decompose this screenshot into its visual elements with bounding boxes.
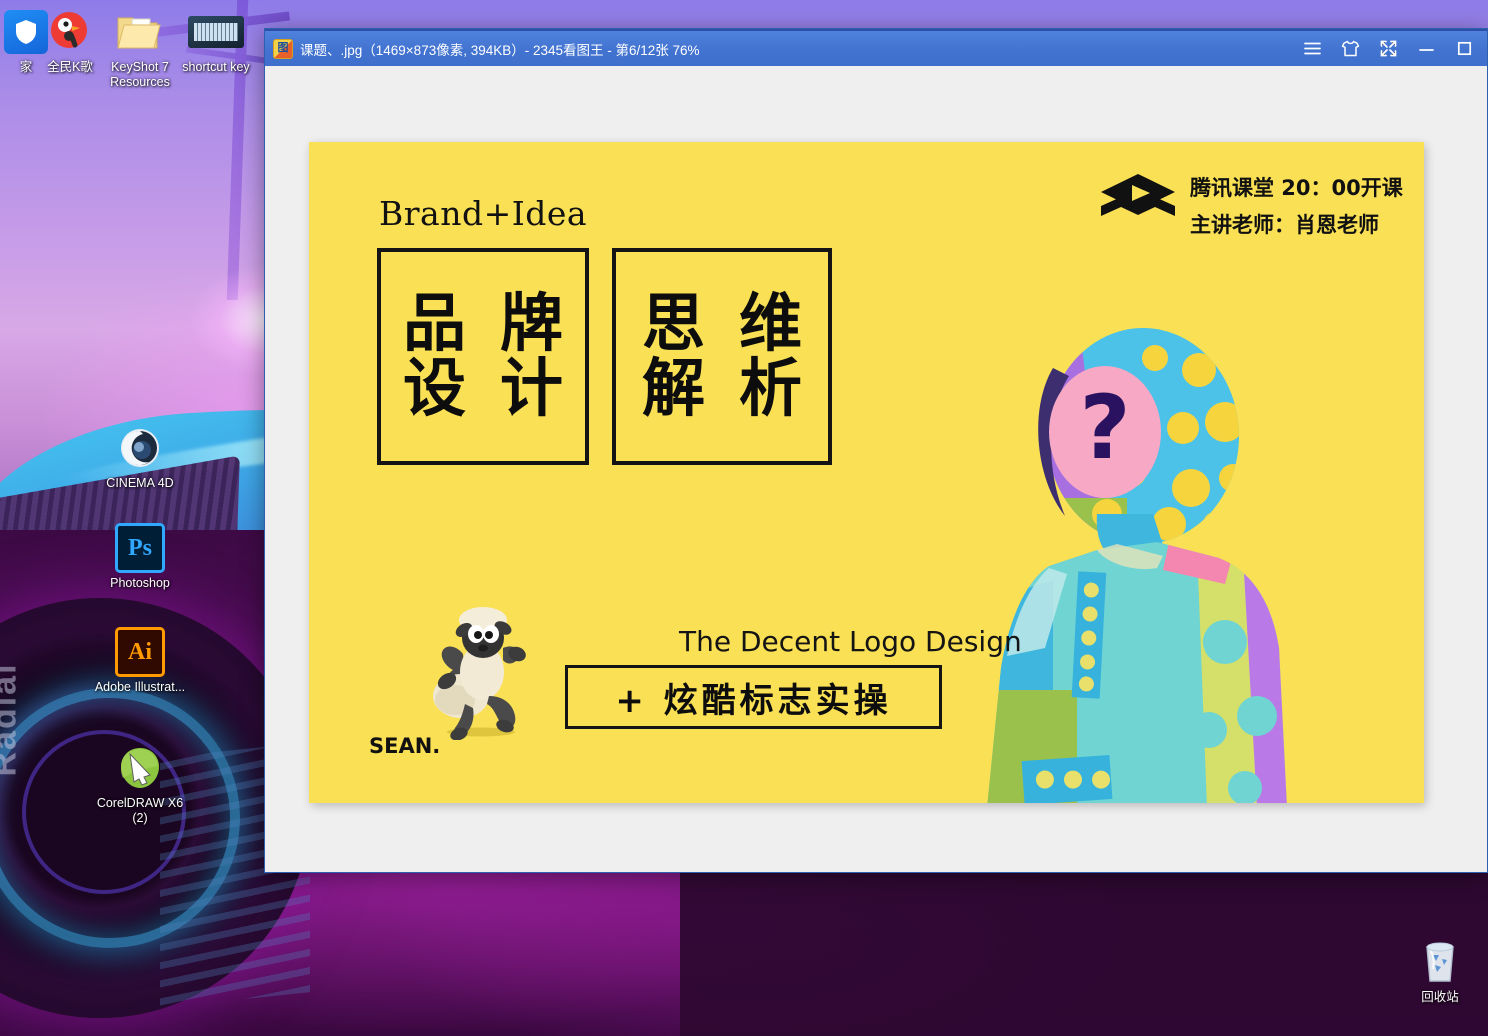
wallpaper-radial-text: Radial — [0, 662, 24, 777]
photoshop-icon: Ps — [92, 523, 188, 573]
hooded-question-figure: ? — [987, 328, 1287, 803]
headline-line: 思 维 — [642, 287, 808, 361]
minimize-icon[interactable] — [1407, 32, 1445, 65]
poster-image[interactable]: Brand+Idea 品 牌 设 计 思 维 解 析 腾讯课堂 20：00开课 … — [309, 142, 1424, 803]
question-mark-label: ? — [1079, 376, 1130, 479]
fullscreen-icon[interactable] — [1369, 32, 1407, 65]
desktop-icon-shortcut-key[interactable]: shortcut key — [168, 8, 264, 75]
sean-label: SEAN. — [369, 734, 441, 758]
desktop-icon-recycle-bin[interactable]: 回收站 — [1392, 938, 1488, 1005]
app-icon: 图 — [273, 38, 293, 59]
skin-icon[interactable] — [1331, 32, 1369, 65]
poster-slogan-text: + 炫酷标志实操 — [615, 680, 892, 721]
shaun-the-sheep-mascot — [433, 607, 526, 740]
tencent-classroom-logo — [1099, 172, 1177, 239]
desktop-icon-label: CINEMA 4D — [106, 476, 174, 490]
tencent-line-2: 主讲老师：肖恩老师 — [1190, 213, 1379, 237]
desktop-icon-photoshop[interactable]: Ps Photoshop — [92, 523, 188, 591]
headline-line: 品 牌 — [403, 287, 569, 361]
recycle-bin-icon — [1392, 938, 1488, 986]
desktop-icon-coreldraw[interactable]: CorelDRAW X6 (2) — [92, 744, 188, 826]
tencent-classroom-block: 腾讯课堂 20：00开课 主讲老师：肖恩老师 — [1099, 172, 1403, 239]
window-title: 课题、.jpg（1469×873像素, 394KB）- 2345看图王 - 第6… — [300, 42, 700, 58]
keyboard-icon — [168, 8, 264, 56]
window-titlebar[interactable]: 图 课题、.jpg（1469×873像素, 394KB）- 2345看图王 - … — [265, 29, 1487, 66]
headline-box-1: 品 牌 设 计 — [377, 248, 589, 465]
cinema4d-icon — [92, 424, 188, 472]
menu-icon[interactable] — [1293, 32, 1331, 65]
desktop-icon-label: Photoshop — [110, 576, 170, 590]
desktop-icon-adobe-illustrator[interactable]: Ai Adobe Illustrat... — [92, 627, 188, 695]
illustrator-icon: Ai — [92, 627, 188, 677]
headline-line: 解 析 — [642, 351, 808, 425]
poster-slogan-box: + 炫酷标志实操 — [565, 665, 942, 729]
tencent-line-1: 腾讯课堂 20：00开课 — [1190, 176, 1403, 200]
desktop-icon-label: 回收站 — [1421, 990, 1459, 1004]
headline-line: 设 计 — [403, 351, 569, 425]
desktop-icon-label: Adobe Illustrat... — [94, 680, 186, 694]
maximize-icon[interactable] — [1445, 32, 1483, 65]
desktop-icon-cinema-4d[interactable]: CINEMA 4D — [92, 424, 188, 491]
coreldraw-icon — [92, 744, 188, 792]
poster-subtitle-en: The Decent Logo Design — [679, 625, 1022, 658]
poster-eyebrow: Brand+Idea — [379, 194, 588, 233]
tencent-text-lines: 腾讯课堂 20：00开课 主讲老师：肖恩老师 — [1190, 172, 1403, 239]
desktop-icon-label: shortcut key — [182, 60, 250, 74]
viewer-canvas[interactable]: Brand+Idea 品 牌 设 计 思 维 解 析 腾讯课堂 20：00开课 … — [265, 66, 1487, 872]
headline-box-2: 思 维 解 析 — [612, 248, 832, 465]
desktop-icon-label: CorelDRAW X6 (2) — [96, 796, 184, 825]
image-viewer-window: 图 课题、.jpg（1469×873像素, 394KB）- 2345看图王 - … — [264, 28, 1488, 873]
